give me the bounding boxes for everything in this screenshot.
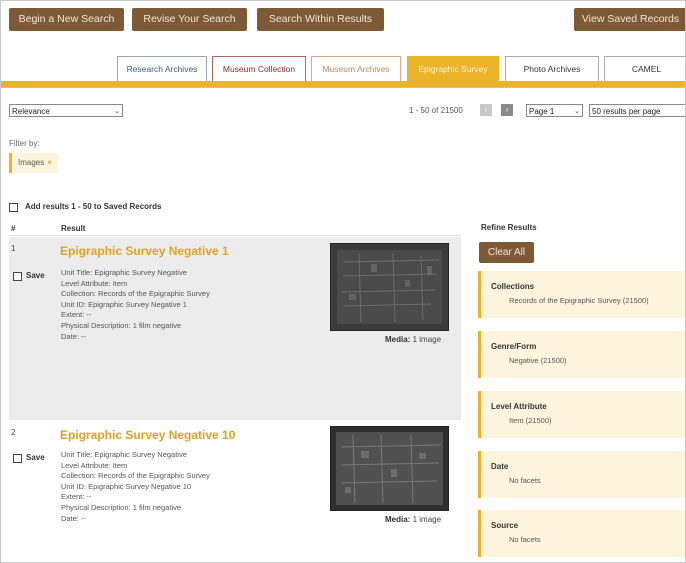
tab-museum-collection[interactable]: Museum Collection xyxy=(212,56,306,82)
unit-id: Unit ID: Epigraphic Survey Negative 1 xyxy=(61,299,187,309)
level-attribute: Level Attribute: Item xyxy=(61,460,128,470)
date: Date: -- xyxy=(61,331,87,341)
media-label: Media: xyxy=(385,335,411,344)
per-page-select[interactable]: 50 results per page xyxy=(589,104,685,117)
extent: Extent: -- xyxy=(61,310,92,320)
result-title-link[interactable]: Epigraphic Survey Negative 1 xyxy=(60,244,229,258)
facet-value-link[interactable]: Negative (21500) xyxy=(509,356,567,365)
facet-level-attribute: Level Attribute Item (21500) xyxy=(478,391,685,438)
add-results-label: Add results 1 - 50 to Saved Records xyxy=(25,202,162,211)
tab-research-archives[interactable]: Research Archives xyxy=(117,56,207,82)
unit-id: Unit ID: Epigraphic Survey Negative 10 xyxy=(61,481,192,491)
tab-camel[interactable]: CAMEL xyxy=(604,56,685,82)
page-select[interactable]: Page 1 ⌄ xyxy=(526,104,583,117)
divider xyxy=(9,235,461,236)
chevron-down-icon: ⌄ xyxy=(114,108,120,115)
begin-new-search-button[interactable]: Begin a New Search xyxy=(9,8,124,31)
result-thumbnail[interactable] xyxy=(330,426,449,511)
divider xyxy=(1,87,685,88)
tab-photo-archives[interactable]: Photo Archives xyxy=(505,56,599,82)
save-checkbox[interactable] xyxy=(13,454,22,463)
save-label: Save xyxy=(26,453,45,462)
refine-results-title: Refine Results xyxy=(481,223,537,232)
tab-museum-archives[interactable]: Museum Archives xyxy=(311,56,401,82)
browser-frame: Begin a New Search Revise Your Search Se… xyxy=(0,0,686,563)
negative-image xyxy=(331,244,448,330)
facet-title: Genre/Form xyxy=(491,342,537,351)
facet-genre-form: Genre/Form Negative (21500) xyxy=(478,331,685,378)
facet-source: Source No facets xyxy=(478,510,685,557)
add-all-checkbox[interactable] xyxy=(9,203,18,212)
media-value: 1 image xyxy=(412,335,442,344)
result-number: 1 xyxy=(11,244,16,253)
result-title-link[interactable]: Epigraphic Survey Negative 10 xyxy=(60,428,235,442)
result-metadata: Unit Title: Epigraphic Survey Negative L… xyxy=(61,450,221,524)
unit-title: Unit Title: Epigraphic Survey Negative xyxy=(61,268,187,277)
save-checkbox[interactable] xyxy=(13,272,22,281)
view-saved-records-button[interactable]: View Saved Records xyxy=(574,8,685,31)
prev-page-button[interactable]: ‹ xyxy=(480,104,492,116)
facet-title: Date xyxy=(491,462,509,471)
facet-value-link[interactable]: Records of the Epigraphic Survey (21500) xyxy=(509,296,649,305)
chevron-down-icon: ⌄ xyxy=(574,108,580,115)
facet-title: Level Attribute xyxy=(491,402,547,411)
sort-select[interactable]: Relevance ⌄ xyxy=(9,104,123,117)
facet-value: No facets xyxy=(509,535,541,544)
collection: Collection: Records of the Epigraphic Su… xyxy=(61,289,210,299)
result-thumbnail[interactable] xyxy=(330,243,449,331)
tab-epigraphic-survey[interactable]: Epigraphic Survey xyxy=(407,56,499,82)
date: Date: -- xyxy=(61,513,87,523)
facet-title: Source xyxy=(491,521,519,530)
filter-chip-images[interactable]: Images × xyxy=(9,153,58,173)
result-metadata: Unit Title: Epigraphic Survey Negative L… xyxy=(61,268,221,342)
facet-collections: Collections Records of the Epigraphic Su… xyxy=(478,271,685,318)
per-page-select-value: 50 results per page xyxy=(592,107,661,116)
page-select-value: Page 1 xyxy=(529,107,555,116)
save-label: Save xyxy=(26,271,45,280)
unit-title: Unit Title: Epigraphic Survey Negative xyxy=(61,450,187,459)
extent: Extent: -- xyxy=(61,492,92,502)
media-info: Media: 1 image xyxy=(385,335,441,344)
next-page-button[interactable]: › xyxy=(501,104,513,116)
media-label: Media: xyxy=(385,515,411,524)
column-header-result: Result xyxy=(61,224,86,233)
close-icon[interactable]: × xyxy=(47,158,52,167)
filter-chip-label: Images xyxy=(18,158,45,167)
facet-value-link[interactable]: Item (21500) xyxy=(509,416,552,425)
facet-title: Collections xyxy=(491,282,535,291)
negative-image xyxy=(331,427,448,510)
search-within-results-button[interactable]: Search Within Results xyxy=(257,8,384,31)
results-count: 1 - 50 of 21500 xyxy=(409,106,463,115)
revise-search-button[interactable]: Revise Your Search xyxy=(132,8,247,31)
collection: Collection: Records of the Epigraphic Su… xyxy=(61,471,210,481)
facet-value: No facets xyxy=(509,476,541,485)
level-attribute: Level Attribute: Item xyxy=(61,278,128,288)
media-info: Media: 1 image xyxy=(385,515,441,524)
result-number: 2 xyxy=(11,428,16,437)
media-value: 1 image xyxy=(412,515,442,524)
clear-all-button[interactable]: Clear All xyxy=(479,242,534,263)
column-header-num: # xyxy=(11,224,16,233)
facet-date: Date No facets xyxy=(478,451,685,498)
physical-description: Physical Description: 1 film negative xyxy=(61,320,182,330)
filter-label: Filter by: xyxy=(9,139,40,148)
physical-description: Physical Description: 1 film negative xyxy=(61,502,182,512)
sort-select-value: Relevance xyxy=(12,107,50,116)
